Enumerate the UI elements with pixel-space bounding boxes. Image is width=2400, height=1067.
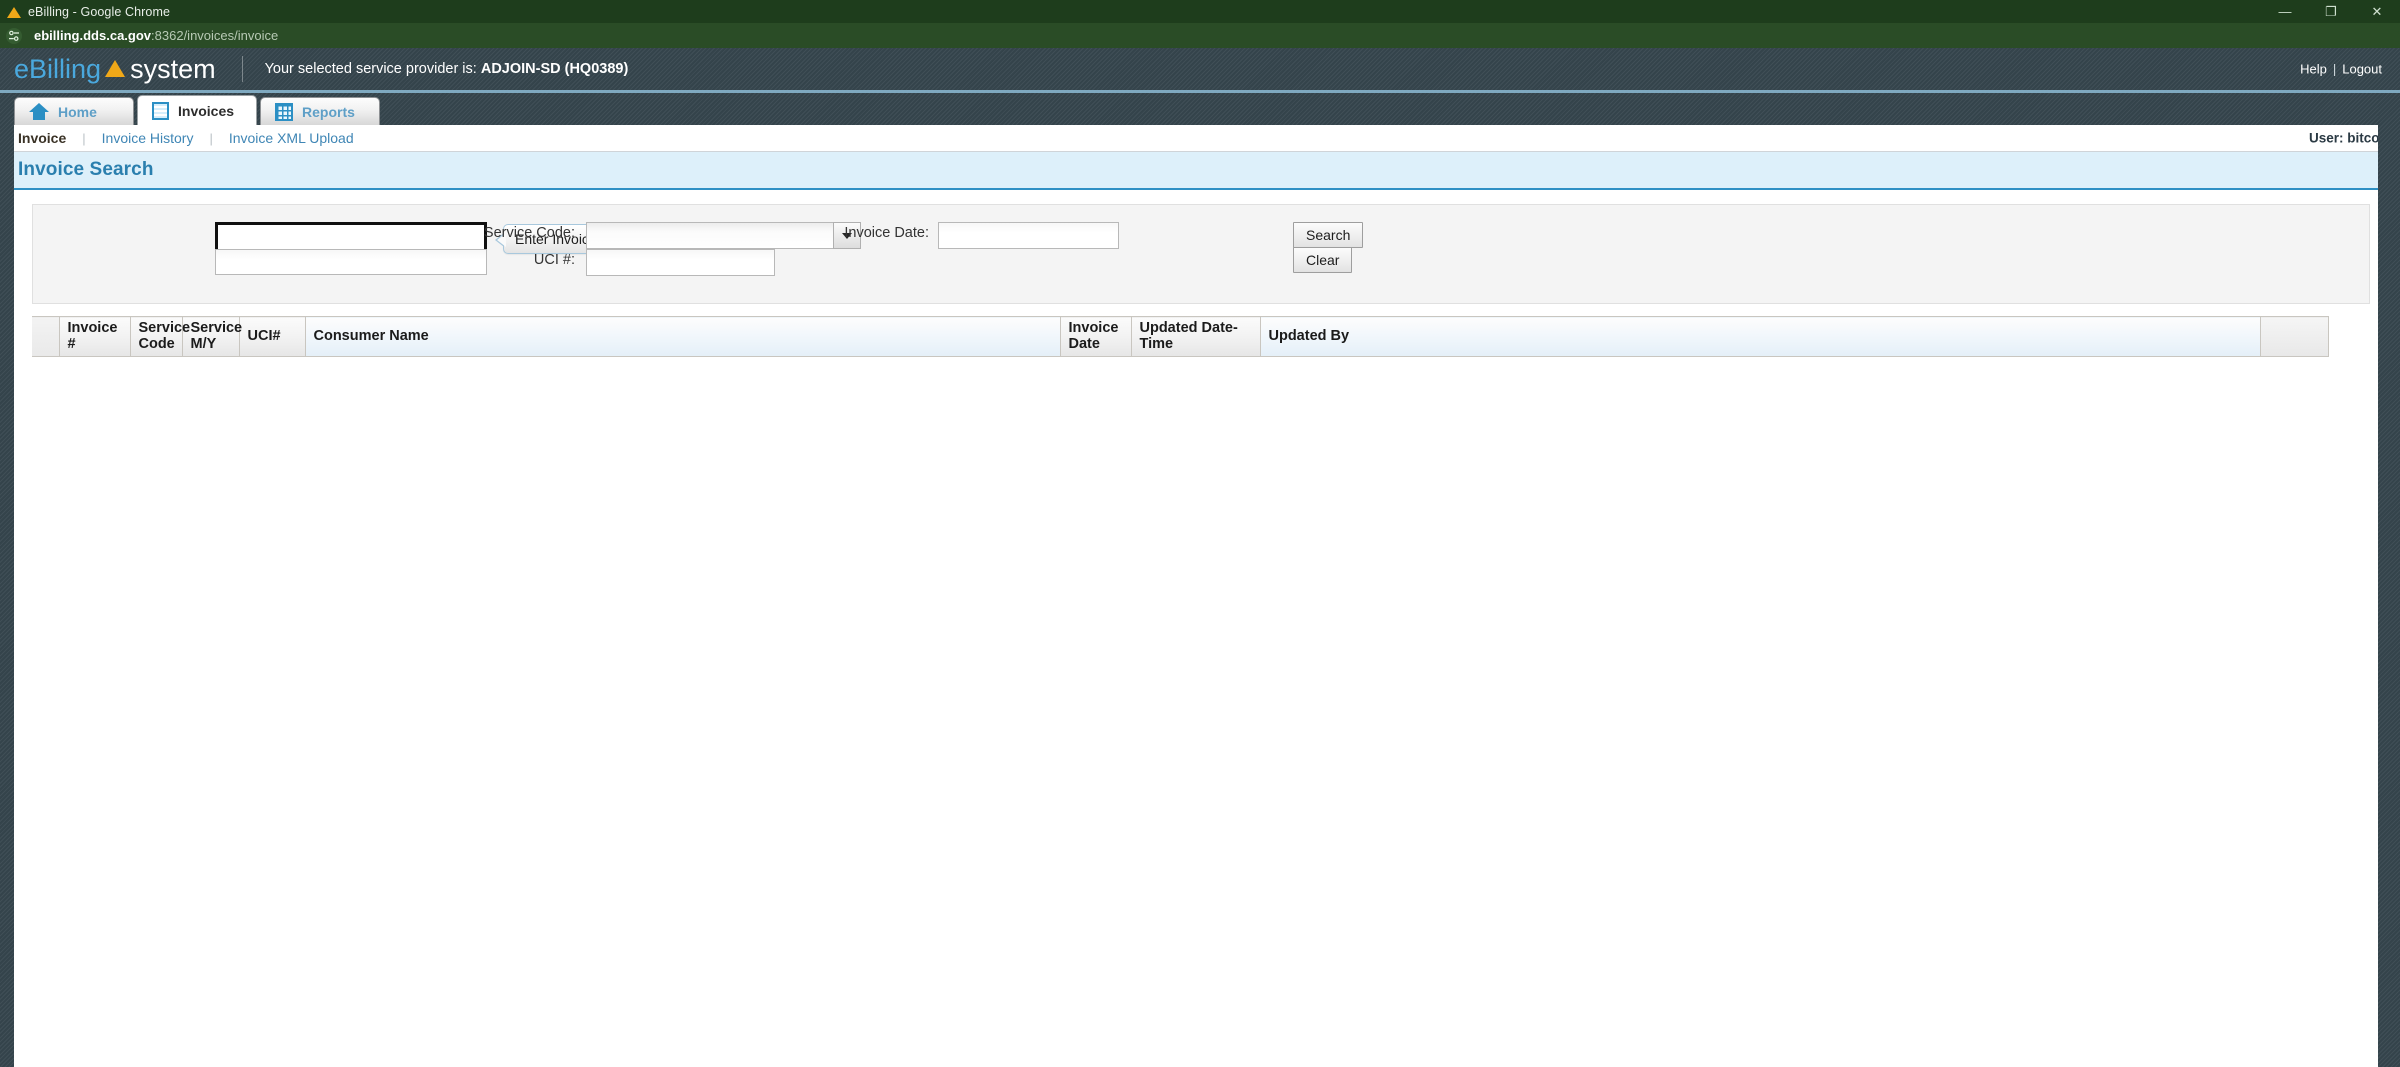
provider-name: ADJOIN-SD (HQ0389)	[481, 61, 628, 77]
logo-text-ebilling: eBilling	[14, 56, 101, 83]
home-icon	[29, 103, 49, 121]
app-header: eBilling system Your selected service pr…	[0, 48, 2400, 93]
logo-text-system: system	[130, 56, 216, 83]
browser-title-bar: eBilling - Google Chrome — ❐ ✕	[0, 0, 2400, 23]
url-path: :8362/invoices/invoice	[151, 28, 278, 43]
clear-button[interactable]: Clear	[1293, 247, 1352, 273]
provider-prefix: Your selected service provider is:	[265, 61, 481, 77]
column-header-updated-datetime[interactable]: Updated Date-Time	[1131, 317, 1260, 357]
page-title: Invoice Search	[18, 159, 154, 181]
search-button[interactable]: Search	[1293, 222, 1363, 248]
uci-number-input[interactable]	[586, 249, 775, 276]
tab-home[interactable]: Home	[14, 97, 134, 125]
table-header-row: Invoice # Service Code Service M/Y UCI# …	[32, 317, 2328, 357]
triangle-icon	[105, 60, 125, 77]
table-empty-body	[32, 357, 2328, 987]
selected-provider-text: Your selected service provider is: ADJOI…	[265, 61, 629, 77]
site-settings-icon[interactable]	[6, 28, 22, 44]
subnav-item-invoice-xml-upload[interactable]: Invoice XML Upload	[229, 130, 354, 146]
minimize-button[interactable]: —	[2262, 0, 2308, 23]
logout-link[interactable]: Logout	[2342, 62, 2382, 77]
ebilling-logo: eBilling system	[14, 56, 216, 83]
invoice-date-label: Invoice Date:	[844, 225, 929, 241]
triangle-logo-icon	[7, 5, 21, 19]
column-header-service-my[interactable]: Service M/Y	[182, 317, 239, 357]
column-header-service-code[interactable]: Service Code	[130, 317, 182, 357]
tab-reports[interactable]: Reports	[260, 97, 380, 125]
secondary-nav-bar: Invoice | Invoice History | Invoice XML …	[0, 125, 2400, 152]
column-header-invoice-date[interactable]: Invoice Date	[1060, 317, 1131, 357]
maximize-button[interactable]: ❐	[2308, 0, 2354, 23]
invoice-date-input[interactable]	[938, 222, 1119, 249]
header-links: Help | Logout	[2300, 62, 2382, 77]
current-user-label: User: bitcot	[2309, 131, 2384, 146]
field-row-uci-number: UCI #:	[433, 252, 575, 268]
document-icon	[152, 102, 169, 120]
subnav-separator: |	[209, 131, 212, 146]
page-title-band: Invoice Search	[0, 152, 2400, 190]
page-content: Invoice #: Enter Invoice # Service M/Y: …	[0, 190, 2400, 1064]
header-link-separator: |	[2333, 62, 2336, 77]
table-header-gutter	[32, 317, 59, 357]
primary-tab-bar: Home Invoices Reports	[0, 93, 2400, 125]
close-button[interactable]: ✕	[2354, 0, 2400, 23]
tab-invoices-label: Invoices	[178, 103, 234, 119]
subnav-item-invoice-history[interactable]: Invoice History	[102, 130, 194, 146]
application-page: eBilling system Your selected service pr…	[0, 48, 2400, 1067]
window-controls: — ❐ ✕	[2262, 0, 2400, 23]
service-code-label: Service Code:	[484, 225, 575, 241]
column-header-consumer-name[interactable]: Consumer Name	[305, 317, 1060, 357]
tab-invoices[interactable]: Invoices	[137, 95, 257, 125]
tab-home-label: Home	[58, 104, 97, 120]
column-header-updated-by[interactable]: Updated By	[1260, 317, 2260, 357]
url-host: ebilling.dds.ca.gov	[34, 28, 151, 43]
page-frame-right-edge	[2378, 93, 2400, 1067]
url-text[interactable]: ebilling.dds.ca.gov:8362/invoices/invoic…	[34, 28, 278, 43]
subnav-separator: |	[82, 131, 85, 146]
column-header-invoice-number[interactable]: Invoice #	[59, 317, 130, 357]
tab-reports-label: Reports	[302, 104, 355, 120]
field-row-service-code: Service Code:	[433, 225, 575, 241]
invoice-search-panel: Invoice #: Enter Invoice # Service M/Y: …	[32, 204, 2370, 304]
browser-tab-title[interactable]: eBilling - Google Chrome	[28, 5, 170, 19]
grid-icon	[275, 103, 293, 121]
page-frame-left-edge	[0, 93, 14, 1067]
help-link[interactable]: Help	[2300, 62, 2327, 77]
column-header-uci[interactable]: UCI#	[239, 317, 305, 357]
field-row-invoice-date: Invoice Date:	[733, 225, 929, 241]
header-divider	[242, 56, 243, 82]
column-header-actions	[2260, 317, 2328, 357]
subnav-item-invoice[interactable]: Invoice	[18, 130, 66, 146]
browser-url-bar[interactable]: ebilling.dds.ca.gov:8362/invoices/invoic…	[0, 23, 2400, 48]
uci-number-label: UCI #:	[534, 252, 575, 268]
invoice-results-table: Invoice # Service Code Service M/Y UCI# …	[32, 316, 2329, 357]
